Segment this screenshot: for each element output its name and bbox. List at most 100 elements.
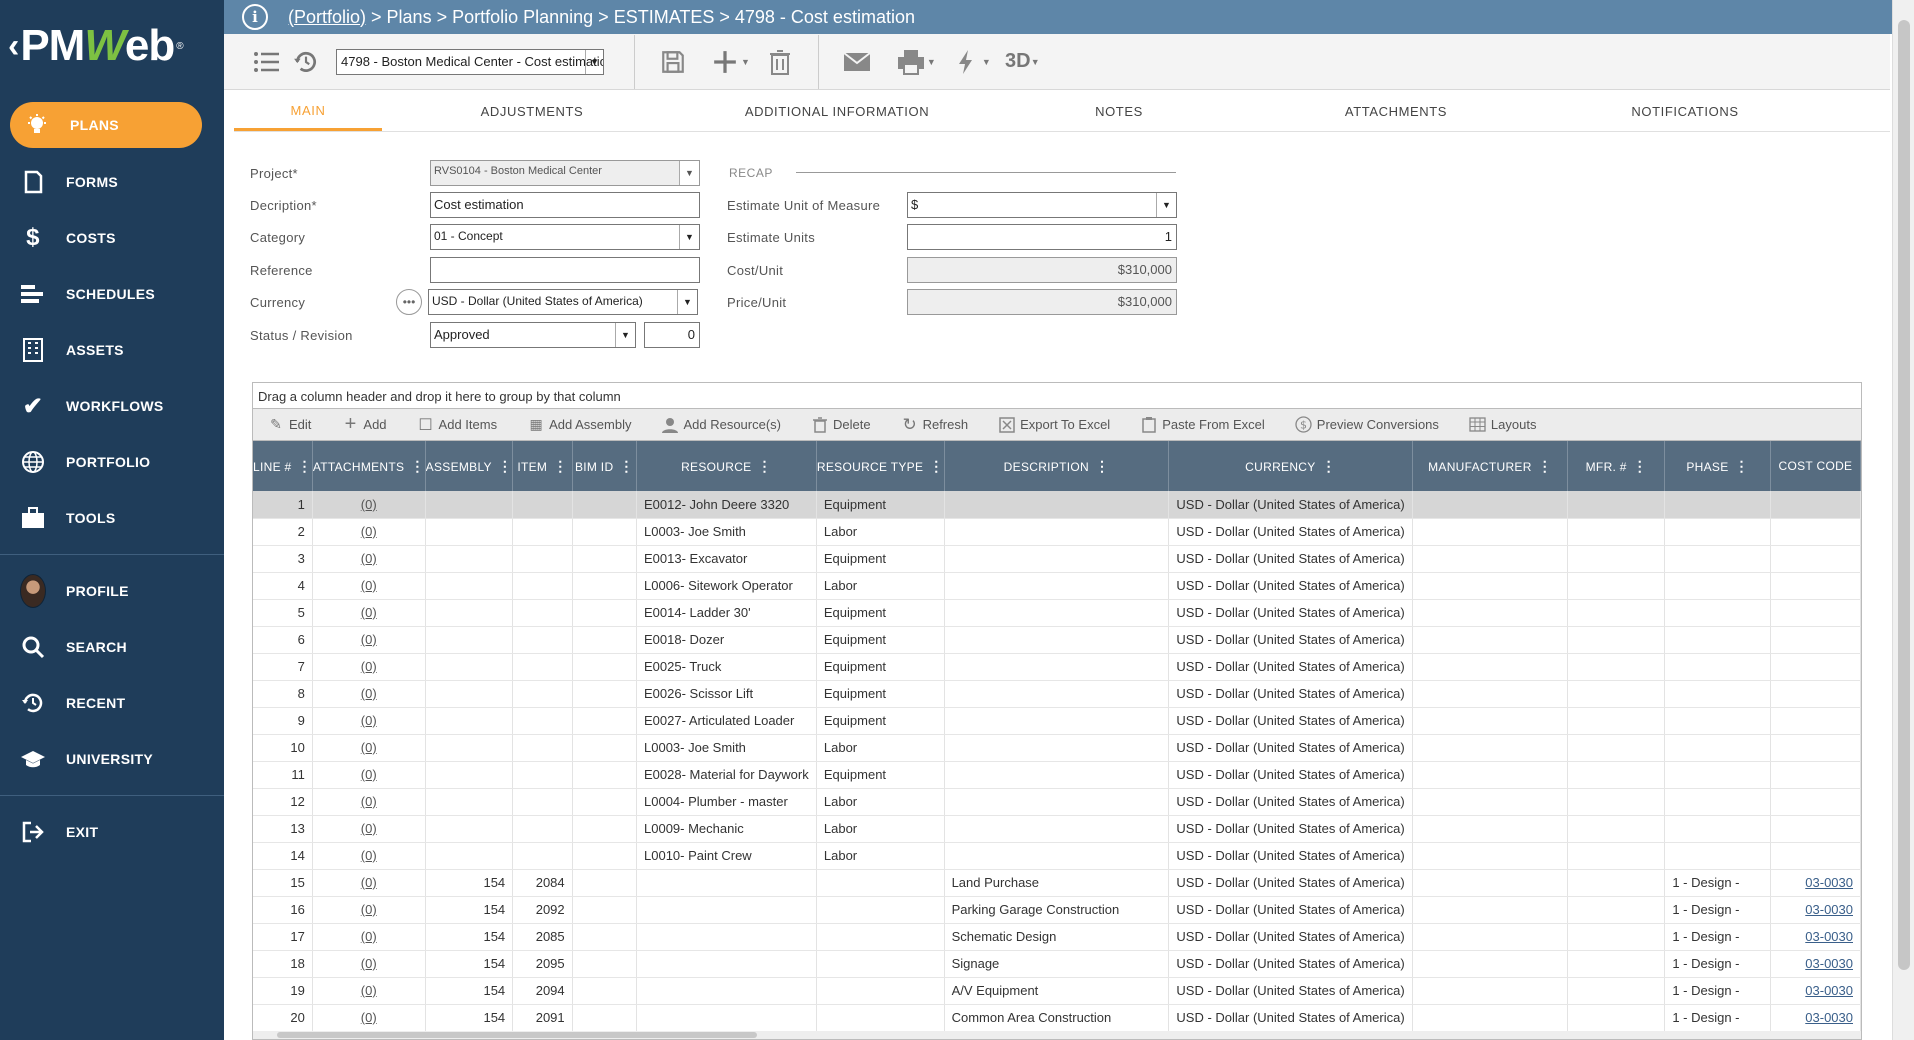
column-menu-icon[interactable]: ⋮: [1538, 458, 1552, 474]
add-assembly-button[interactable]: ▦ Add Assembly: [527, 416, 631, 434]
cell-cost-code[interactable]: [1770, 626, 1861, 654]
tab-notes[interactable]: NOTES: [992, 92, 1246, 131]
cell-attachments[interactable]: (0): [312, 491, 426, 519]
cell-attachments[interactable]: (0): [312, 545, 426, 573]
column-header-attachments[interactable]: ATTACHMENTS ⋮: [312, 441, 426, 491]
table-row[interactable]: 14 (0) L0010- Paint Crew Labor USD - Dollar …: [253, 842, 1861, 870]
tab-additional-information[interactable]: ADDITIONAL INFORMATION: [682, 92, 992, 131]
column-header-cost-code[interactable]: COST CODE: [1770, 441, 1861, 491]
sidebar-item-exit[interactable]: EXIT: [0, 804, 224, 860]
sidebar-item-recent[interactable]: RECENT: [0, 675, 224, 731]
group-drop-zone[interactable]: Drag a column header and drop it here to…: [253, 383, 1861, 409]
cell-attachments[interactable]: (0): [312, 626, 426, 654]
sidebar-item-forms[interactable]: FORMS: [0, 154, 224, 210]
cell-attachments[interactable]: (0): [312, 518, 426, 546]
table-row[interactable]: 10 (0) L0003- Joe Smith Labor USD - Dollar (…: [253, 734, 1861, 762]
cell-attachments[interactable]: (0): [312, 1004, 426, 1032]
units-field[interactable]: 1: [907, 224, 1177, 250]
email-icon[interactable]: [837, 42, 877, 82]
column-header-phase[interactable]: PHASE ⋮: [1664, 441, 1771, 491]
cell-cost-code[interactable]: 03-0030: [1770, 869, 1861, 897]
column-menu-icon[interactable]: ⋮: [410, 458, 424, 474]
sidebar-item-schedules[interactable]: SCHEDULES: [0, 266, 224, 322]
sidebar-item-tools[interactable]: TOOLS: [0, 490, 224, 546]
add-menu-chevron-icon[interactable]: ▼: [741, 57, 750, 67]
column-menu-icon[interactable]: ⋮: [619, 458, 633, 474]
tab-adjustments[interactable]: ADJUSTMENTS: [382, 92, 682, 131]
cell-attachments[interactable]: (0): [312, 896, 426, 924]
trash-icon[interactable]: [760, 42, 800, 82]
info-icon[interactable]: i: [242, 4, 268, 30]
cell-attachments[interactable]: (0): [312, 869, 426, 897]
column-menu-icon[interactable]: ⋮: [1735, 458, 1749, 474]
scrollbar-thumb[interactable]: [277, 1032, 757, 1038]
project-select[interactable]: RVS0104 - Boston Medical Center ▼: [430, 160, 700, 186]
cell-cost-code[interactable]: [1770, 788, 1861, 816]
horizontal-scrollbar[interactable]: [253, 1031, 1861, 1039]
paste-from-excel-button[interactable]: Paste From Excel: [1140, 416, 1265, 434]
cell-cost-code[interactable]: 03-0030: [1770, 950, 1861, 978]
column-menu-icon[interactable]: ⋮: [298, 458, 312, 474]
actions-menu-chevron-icon[interactable]: ▼: [982, 57, 991, 67]
table-row[interactable]: 13 (0) L0009- Mechanic Labor USD - Dollar (U…: [253, 815, 1861, 843]
sidebar-item-profile[interactable]: PROFILE: [0, 563, 224, 619]
3d-viewer-icon[interactable]: 3D: [1001, 42, 1035, 82]
cell-attachments[interactable]: (0): [312, 815, 426, 843]
export-to-excel-button[interactable]: Export To Excel: [998, 416, 1110, 434]
column-header-resource[interactable]: RESOURCE ⋮: [636, 441, 817, 491]
cell-attachments[interactable]: (0): [312, 923, 426, 951]
add-items-button[interactable]: ☐ Add Items: [417, 416, 497, 434]
table-row[interactable]: 16 (0) 154 2092 Parking Garage Construction U…: [253, 896, 1861, 924]
cell-attachments[interactable]: (0): [312, 842, 426, 870]
table-row[interactable]: 8 (0) E0026- Scissor Lift Equipment USD - Do…: [253, 680, 1861, 708]
revision-field[interactable]: 0: [644, 322, 700, 348]
delete-button[interactable]: Delete: [811, 416, 871, 434]
more-options-icon[interactable]: •••: [396, 289, 422, 315]
column-header-description[interactable]: DESCRIPTION ⋮: [944, 441, 1170, 491]
preview-conversions-button[interactable]: $ Preview Conversions: [1295, 416, 1439, 434]
cell-attachments[interactable]: (0): [312, 599, 426, 627]
sidebar-item-workflows[interactable]: ✔ WORKFLOWS: [0, 378, 224, 434]
add-button[interactable]: + Add: [341, 413, 387, 435]
print-icon[interactable]: [891, 42, 931, 82]
cell-cost-code[interactable]: [1770, 491, 1861, 519]
add-resources-button[interactable]: Add Resource(s): [661, 416, 781, 434]
table-row[interactable]: 19 (0) 154 2094 A/V Equipment USD - Dollar (U…: [253, 977, 1861, 1005]
sidebar-item-search[interactable]: SEARCH: [0, 619, 224, 675]
uom-select[interactable]: $ ▼: [907, 192, 1177, 218]
table-row[interactable]: 15 (0) 154 2084 Land Purchase USD - Dollar (U…: [253, 869, 1861, 897]
vertical-scrollbar[interactable]: [1892, 0, 1914, 1040]
cell-cost-code[interactable]: [1770, 599, 1861, 627]
record-select[interactable]: 4798 - Boston Medical Center - Cost esti…: [336, 48, 604, 75]
table-row[interactable]: 12 (0) L0004- Plumber - master Labor USD - D…: [253, 788, 1861, 816]
cell-cost-code[interactable]: [1770, 815, 1861, 843]
cell-attachments[interactable]: (0): [312, 734, 426, 762]
cell-cost-code[interactable]: 03-0030: [1770, 923, 1861, 951]
column-header-assembly[interactable]: ASSEMBLY ⋮: [425, 441, 514, 491]
cell-attachments[interactable]: (0): [312, 680, 426, 708]
column-menu-icon[interactable]: ⋮: [1322, 458, 1336, 474]
category-select[interactable]: 01 - Concept ▼: [430, 224, 700, 250]
add-icon[interactable]: [705, 42, 745, 82]
cell-cost-code[interactable]: 03-0030: [1770, 1004, 1861, 1032]
table-row[interactable]: 9 (0) E0027- Articulated Loader Equipment US…: [253, 707, 1861, 735]
save-icon[interactable]: [653, 42, 693, 82]
list-icon[interactable]: [246, 42, 286, 82]
history-icon[interactable]: [286, 42, 326, 82]
cell-attachments[interactable]: (0): [312, 788, 426, 816]
table-row[interactable]: 3 (0) E0013- Excavator Equipment USD - Dolla…: [253, 545, 1861, 573]
tab-notifications[interactable]: NOTIFICATIONS: [1546, 92, 1824, 131]
sidebar-item-assets[interactable]: ASSETS: [0, 322, 224, 378]
cell-cost-code[interactable]: [1770, 653, 1861, 681]
column-header-item[interactable]: ITEM ⋮: [512, 441, 573, 491]
cell-cost-code[interactable]: 03-0030: [1770, 977, 1861, 1005]
cell-cost-code[interactable]: [1770, 680, 1861, 708]
breadcrumb-portfolio-link[interactable]: (Portfolio): [288, 7, 366, 28]
layouts-button[interactable]: Layouts: [1469, 416, 1536, 434]
cell-attachments[interactable]: (0): [312, 977, 426, 1005]
tab-attachments[interactable]: ATTACHMENTS: [1246, 92, 1546, 131]
cell-attachments[interactable]: (0): [312, 761, 426, 789]
table-row[interactable]: 20 (0) 154 2091 Common Area Construction USD …: [253, 1004, 1861, 1032]
collapse-chevron-icon[interactable]: ‹: [8, 27, 19, 66]
table-row[interactable]: 2 (0) L0003- Joe Smith Labor USD - Dollar (U…: [253, 518, 1861, 546]
